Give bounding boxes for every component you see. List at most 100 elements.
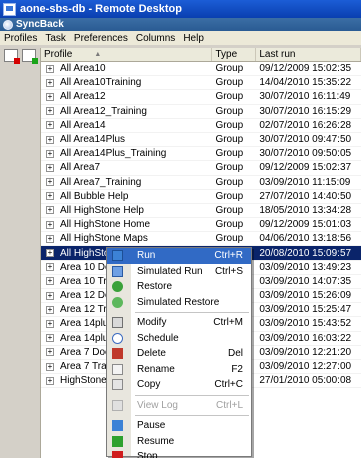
menu-item-schedule[interactable]: Schedule — [107, 331, 251, 347]
menu-item-shortcut: Ctrl+S — [214, 265, 243, 277]
menu-item-shortcut: Ctrl+R — [214, 250, 243, 262]
expand-icon[interactable]: + — [46, 305, 54, 314]
last-run-cell: 03/09/2010 12:21:20 — [259, 346, 352, 358]
type-cell: Group — [215, 105, 244, 117]
expand-icon[interactable]: + — [46, 376, 54, 385]
expand-icon[interactable]: + — [46, 78, 54, 87]
profile-cell: + All Area10Training — [41, 76, 212, 89]
expand-icon[interactable]: + — [46, 149, 54, 158]
expand-icon[interactable]: + — [46, 206, 54, 215]
menu-task[interactable]: Task — [41, 33, 70, 44]
type-cell: Group — [215, 119, 244, 131]
menu-item-copy[interactable]: Copy Ctrl+C — [107, 377, 251, 393]
expand-icon[interactable]: + — [46, 192, 54, 201]
type-cell: Group — [215, 91, 244, 103]
menu-item-label: Delete — [137, 348, 166, 360]
type-cell: Group — [215, 219, 244, 231]
menu-item-restore[interactable]: Restore — [107, 279, 251, 295]
pause-icon — [112, 420, 123, 432]
run-icon — [112, 250, 123, 262]
menu-item-simulated-restore[interactable]: Simulated Restore — [107, 295, 251, 311]
last-run-cell: 09/12/2009 15:02:37 — [259, 162, 352, 174]
last-run-cell: 03/09/2010 11:15:09 — [259, 176, 351, 188]
view-log-icon — [112, 399, 123, 411]
resume-icon — [112, 435, 123, 447]
expand-icon[interactable]: + — [46, 291, 54, 300]
expand-icon[interactable]: + — [46, 334, 54, 343]
new-profile-icon[interactable] — [4, 48, 20, 64]
column-header-profile[interactable]: Profile ▲ — [41, 48, 213, 61]
table-row[interactable]: + All Area14Plus Group 30/07/2010 09:47:50 — [41, 133, 361, 148]
menu-item-shortcut: Del — [227, 348, 243, 360]
menu-item-pause[interactable]: Pause — [107, 418, 251, 434]
expand-icon[interactable]: + — [46, 362, 54, 371]
menu-item-shortcut: Ctrl+C — [214, 379, 243, 391]
table-row[interactable]: + All Area14 Group 02/07/2010 16:26:28 — [41, 119, 361, 133]
menu-help[interactable]: Help — [179, 33, 208, 44]
table-row[interactable]: + All HighStone Help Group 18/05/2010 13:34… — [41, 204, 361, 219]
last-run-cell: 04/06/2010 13:18:56 — [259, 233, 352, 245]
expand-icon[interactable]: + — [46, 263, 54, 272]
expand-icon[interactable]: + — [46, 121, 54, 130]
expand-icon[interactable]: + — [46, 107, 54, 116]
menu-columns[interactable]: Columns — [132, 33, 179, 44]
profile-name: All HighStone Help — [60, 204, 144, 216]
table-row[interactable]: + All Area10 Group 09/12/2009 15:02:35 — [41, 62, 361, 77]
table-row[interactable]: + All Bubble Help Group 27/07/2010 14:40:50 — [41, 190, 361, 204]
table-row[interactable]: + All Area10Training Group 14/04/2010 15:35… — [41, 76, 361, 91]
profile-cell: + All Area10 — [41, 62, 212, 75]
profile-name: All Area14 — [60, 119, 106, 131]
table-row[interactable]: + All Area12 Group 30/07/2010 16:11:49 — [41, 90, 361, 105]
context-menu: Run Ctrl+R Simulated Run Ctrl+S Restore Simul… — [106, 247, 252, 458]
menu-profiles[interactable]: Profiles — [0, 33, 41, 44]
menu-item-modify[interactable]: Modify Ctrl+M — [107, 315, 251, 331]
menu-item-run[interactable]: Run Ctrl+R — [107, 248, 251, 264]
expand-icon[interactable]: + — [46, 163, 54, 172]
profile-cell: + All Area14 — [41, 119, 212, 132]
table-row[interactable]: + All HighStone Maps Group 04/06/2010 13:18… — [41, 232, 361, 247]
expand-icon[interactable]: + — [46, 348, 54, 357]
menu-item-delete[interactable]: Delete Del — [107, 346, 251, 362]
run-profile-icon[interactable] — [22, 48, 38, 64]
expand-icon[interactable]: + — [46, 319, 54, 328]
expand-icon[interactable]: + — [46, 178, 54, 187]
profile-cell: + All Bubble Help — [41, 190, 212, 203]
expand-icon[interactable]: + — [46, 135, 54, 144]
table-row[interactable]: + All Area14Plus_Training Group 30/07/2010 … — [41, 147, 361, 162]
expand-icon[interactable]: + — [46, 220, 54, 229]
table-row[interactable]: + All HighStone Home Group 09/12/2009 15:01… — [41, 218, 361, 233]
app-titlebar[interactable]: SyncBack — [0, 18, 361, 31]
menu-item-simulated-run[interactable]: Simulated Run Ctrl+S — [107, 264, 251, 280]
column-header-type[interactable]: Type — [212, 48, 257, 61]
expand-icon[interactable]: + — [46, 234, 54, 243]
syncback-logo-icon — [3, 19, 13, 30]
expand-icon[interactable]: + — [46, 64, 54, 73]
menu-item-stop[interactable]: Stop — [107, 449, 251, 458]
menu-item-resume[interactable]: Resume — [107, 434, 251, 450]
expand-icon[interactable]: + — [46, 277, 54, 286]
menu-item-label: View Log — [137, 399, 178, 411]
table-row[interactable]: + All Area7_Training Group 03/09/2010 11:15… — [41, 176, 361, 190]
delete-icon — [112, 348, 123, 360]
menu-item-shortcut: F2 — [231, 363, 243, 375]
profile-cell: + All HighStone Help — [41, 204, 212, 217]
type-cell: Group — [215, 134, 244, 146]
profile-cell: + All Area14Plus — [41, 133, 212, 146]
last-run-cell: 30/07/2010 16:11:49 — [259, 91, 351, 103]
expand-icon[interactable]: + — [46, 92, 54, 101]
menu-preferences[interactable]: Preferences — [70, 33, 132, 44]
menu-item-label: Stop — [137, 451, 158, 458]
last-run-cell: 30/07/2010 16:15:29 — [259, 105, 352, 117]
last-run-cell: 02/07/2010 16:26:28 — [259, 119, 352, 131]
type-cell: Group — [215, 148, 244, 160]
profile-name: All Area14Plus — [60, 134, 126, 146]
column-header-last-run[interactable]: Last run — [256, 48, 361, 61]
menu-item-rename[interactable]: Rename F2 — [107, 362, 251, 378]
table-row[interactable]: + All Area12_Training Group 30/07/2010 16:1… — [41, 105, 361, 119]
remote-desktop-titlebar[interactable]: aone-sbs-db - Remote Desktop — [0, 0, 361, 18]
table-row[interactable]: + All Area7 Group 09/12/2009 15:02:37 — [41, 161, 361, 176]
expand-icon[interactable]: + — [46, 249, 54, 258]
stop-icon — [112, 451, 123, 458]
profile-cell: + All Area12_Training — [41, 105, 212, 118]
last-run-cell: 03/09/2010 15:43:52 — [259, 318, 352, 330]
